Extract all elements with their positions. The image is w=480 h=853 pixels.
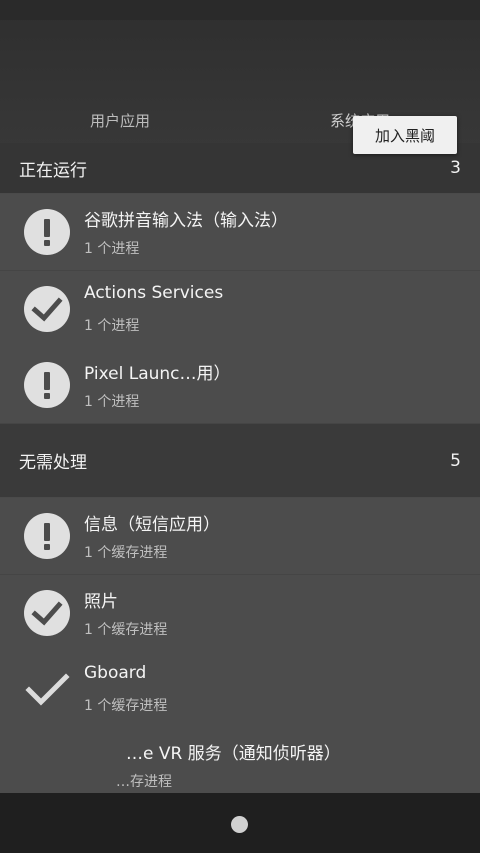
home-button[interactable] xyxy=(231,816,248,833)
process-count: 1 个进程 xyxy=(84,318,140,334)
app-name: Gboard xyxy=(84,663,147,683)
section-title: 正在运行 xyxy=(19,160,87,181)
section-count: 5 xyxy=(450,450,461,471)
app-row-photos[interactable]: 照片 1 个缓存进程 xyxy=(0,575,480,652)
exclamation-circle-icon xyxy=(24,513,70,559)
app-name: 谷歌拼音输入法（输入法） xyxy=(84,211,288,231)
process-count: 1 个缓存进程 xyxy=(84,698,168,714)
app-name: 信息（短信应用） xyxy=(84,515,220,535)
tab-user-apps[interactable]: 用户应用 xyxy=(0,110,240,131)
process-count: …存进程 xyxy=(116,774,172,790)
section-header-no-action: 无需处理 5 xyxy=(0,424,480,497)
status-bar xyxy=(0,0,480,20)
app-row-pixel-launcher[interactable]: Pixel Launc…用） 1 个进程 xyxy=(0,347,480,424)
app-name: Actions Services xyxy=(84,283,224,303)
check-circle-icon xyxy=(24,590,70,636)
process-count: 1 个进程 xyxy=(84,394,140,410)
app-row-google-pinyin[interactable]: 谷歌拼音输入法（输入法） 1 个进程 xyxy=(0,194,480,271)
section-count: 3 xyxy=(450,158,461,178)
app-row-gboard[interactable]: Gboard 1 个缓存进程 xyxy=(0,651,480,728)
app-row-vr-service[interactable]: …e VR 服务（通知侦听器） …存进程 xyxy=(0,727,480,794)
app-row-messages[interactable]: 信息（短信应用） 1 个缓存进程 xyxy=(0,498,480,575)
exclamation-circle-icon xyxy=(24,209,70,255)
process-count: 1 个缓存进程 xyxy=(84,545,168,561)
app-name: 照片 xyxy=(84,592,118,612)
process-count: 1 个缓存进程 xyxy=(84,622,168,638)
check-icon xyxy=(25,673,70,706)
app-name: …e VR 服务（通知侦听器） xyxy=(126,744,341,764)
app-name: Pixel Launc…用） xyxy=(84,364,231,384)
check-circle-icon xyxy=(24,286,70,332)
add-to-blacklist-tooltip[interactable]: 加入黑阈 xyxy=(353,116,457,154)
app-row-actions-services[interactable]: Actions Services 1 个进程 xyxy=(0,271,480,348)
section-title: 无需处理 xyxy=(19,453,87,473)
exclamation-circle-icon xyxy=(24,362,70,408)
process-count: 1 个进程 xyxy=(84,241,140,257)
